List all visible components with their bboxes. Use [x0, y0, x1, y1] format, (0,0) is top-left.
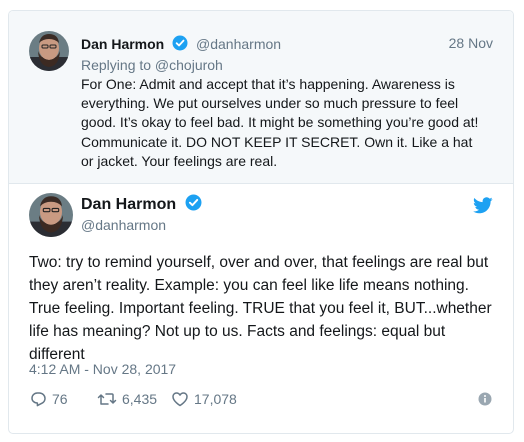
parent-tweet[interactable]: Dan Harmon @danharmon 28 Nov Replying to… [9, 11, 513, 184]
author-name[interactable]: Dan Harmon [81, 36, 164, 52]
author-handle[interactable]: @danharmon [196, 36, 281, 52]
like-icon [172, 392, 188, 407]
parent-tweet-text: For One: Admit and accept that it’s happ… [81, 76, 479, 169]
tweet-date[interactable]: 28 Nov [449, 35, 493, 51]
avatar[interactable] [29, 31, 69, 71]
verified-badge-icon [172, 35, 188, 54]
tweet-embed: Dan Harmon @danharmon 28 Nov Replying to… [8, 10, 514, 434]
retweet-count: 6,435 [122, 391, 158, 407]
author-name[interactable]: Dan Harmon [81, 196, 176, 213]
reply-count: 76 [52, 391, 68, 407]
twitter-bird-icon[interactable] [473, 197, 493, 214]
tweet-actions: 76 6,435 17,078 [29, 389, 493, 409]
tweet-text: Two: try to remind yourself, over and ov… [29, 254, 492, 363]
like-button[interactable]: 17,078 [171, 389, 237, 409]
verified-badge-icon [185, 194, 202, 216]
like-count: 17,078 [194, 391, 237, 407]
info-icon[interactable] [477, 391, 493, 407]
retweet-button[interactable]: 6,435 [97, 389, 157, 409]
avatar[interactable] [29, 193, 73, 237]
tweet-timestamp[interactable]: 4:12 AM - Nov 28, 2017 [29, 361, 176, 377]
author-name-row: Dan Harmon [81, 194, 202, 216]
reply-icon [31, 392, 46, 407]
reply-button[interactable]: 76 [29, 389, 68, 409]
parent-tweet-header: Dan Harmon @danharmon 28 Nov [81, 35, 493, 55]
retweet-icon [97, 393, 117, 405]
replying-to[interactable]: Replying to @chojuroh [81, 57, 223, 73]
author-handle[interactable]: @danharmon [81, 217, 166, 233]
